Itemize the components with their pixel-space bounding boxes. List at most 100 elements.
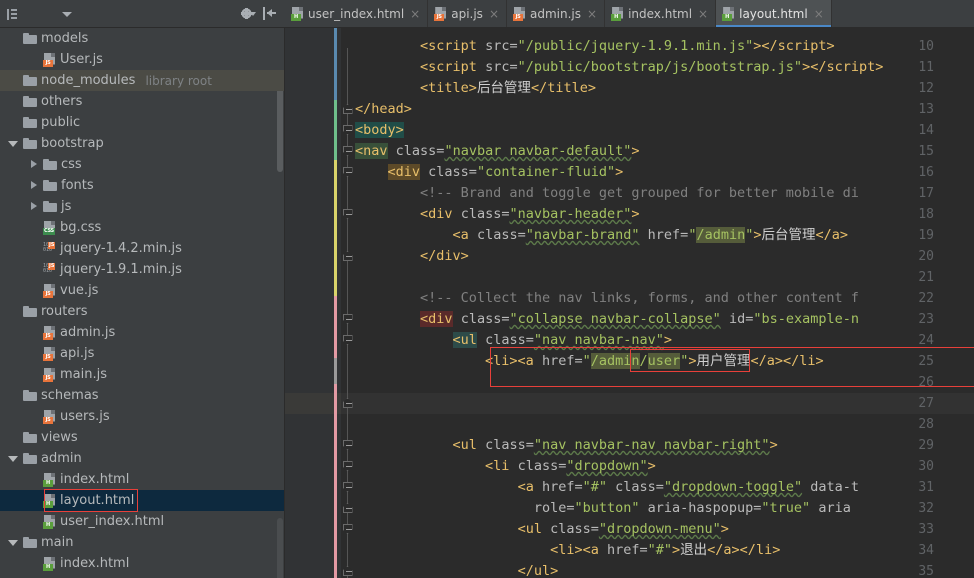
- fold-toggle-line-15[interactable]: [341, 141, 354, 162]
- tree-file-admin-js[interactable]: JS admin.js: [0, 322, 284, 343]
- fold-toggle-line-35[interactable]: [341, 561, 354, 578]
- tree-file-index-html[interactable]: Hindex.html: [0, 553, 284, 574]
- editor-tab-user_index-html[interactable]: Huser_index.html ×: [285, 0, 429, 27]
- code-line[interactable]: </head>: [355, 99, 974, 120]
- collapse-all-icon[interactable]: [263, 7, 277, 20]
- tree-folder-schemas[interactable]: schemas: [0, 385, 284, 406]
- code-line[interactable]: </div>: [355, 246, 974, 267]
- code-line[interactable]: <script src="/public/bootstrap/js/bootst…: [355, 57, 974, 78]
- twisty-down-icon[interactable]: [8, 453, 19, 464]
- twisty-right-icon[interactable]: [28, 159, 39, 170]
- tree-file-jquery-1-4-2-min-js[interactable]: 10 010 JS jquery-1.4.2.min.js: [0, 238, 284, 259]
- vcs-change-marker[interactable]: [334, 358, 337, 384]
- tree-file-main-js[interactable]: JS main.js: [0, 364, 284, 385]
- fold-toggle-line-32[interactable]: [341, 498, 354, 519]
- code-line[interactable]: <ul class="dropdown-menu">: [355, 519, 974, 540]
- tree-file-users-js[interactable]: JS users.js: [0, 406, 284, 427]
- tree-file-index-html[interactable]: Hindex.html: [0, 574, 284, 578]
- tree-file-layout-html[interactable]: Hlayout.html: [0, 490, 284, 511]
- tree-file-jquery-1-9-1-min-js[interactable]: 10 010 JS jquery-1.9.1.min.js: [0, 259, 284, 280]
- code-line[interactable]: <li><a href="/admin/user">用户管理</a></li>: [355, 351, 974, 372]
- tree-file-index-html[interactable]: Hindex.html: [0, 469, 284, 490]
- fold-toggle-line-33[interactable]: [341, 519, 354, 540]
- fold-toggle-line-31[interactable]: [341, 477, 354, 498]
- close-icon[interactable]: ×: [698, 7, 708, 21]
- editor-tab-layout-html[interactable]: Hlayout.html ×: [716, 0, 832, 27]
- vcs-change-marker[interactable]: [334, 296, 337, 358]
- vcs-change-marker[interactable]: [334, 160, 337, 298]
- code-line[interactable]: <div class="container-fluid">: [355, 162, 974, 183]
- fold-toggle-line-20[interactable]: [341, 246, 354, 267]
- code-line[interactable]: <!-- Collect the nav links, forms, and o…: [355, 288, 974, 309]
- tree-folder-routers[interactable]: routers: [0, 301, 284, 322]
- vcs-change-marker[interactable]: [334, 384, 337, 578]
- vcs-change-marker[interactable]: [334, 100, 337, 142]
- code-line[interactable]: </ul>: [355, 561, 974, 578]
- twisty-down-icon[interactable]: [8, 537, 19, 548]
- fold-toggle-line-14[interactable]: [341, 120, 354, 141]
- code-line[interactable]: <nav class="navbar navbar-default">: [355, 141, 974, 162]
- tree-folder-views[interactable]: views: [0, 427, 284, 448]
- code-editor[interactable]: <script src="/public/jquery-1.9.1.min.js…: [285, 28, 974, 578]
- close-icon[interactable]: ×: [410, 7, 420, 21]
- tree-file-vue-js[interactable]: JS vue.js: [0, 280, 284, 301]
- code-line[interactable]: [355, 267, 974, 288]
- code-line[interactable]: <a href="#" class="dropdown-toggle" data…: [355, 477, 974, 498]
- tree-file-api-js[interactable]: JS api.js: [0, 343, 284, 364]
- code-line[interactable]: <script src="/public/jquery-1.9.1.min.js…: [355, 36, 974, 57]
- folder-icon: [43, 201, 57, 212]
- fold-toggle-line-13[interactable]: [341, 99, 354, 120]
- editor-tab-admin-js[interactable]: JS admin.js ×: [507, 0, 606, 27]
- vcs-change-marker[interactable]: [334, 28, 337, 100]
- close-icon[interactable]: ×: [814, 7, 824, 21]
- code-line[interactable]: <ul class="nav navbar-nav navbar-right">: [355, 435, 974, 456]
- tree-folder-fonts[interactable]: fonts: [0, 175, 284, 196]
- tree-file-User-js[interactable]: JS User.js: [0, 49, 284, 70]
- fold-toggle-line-29[interactable]: [341, 435, 354, 456]
- code-line[interactable]: <div class="collapse navbar-collapse" id…: [355, 309, 974, 330]
- code-line[interactable]: <body>: [355, 120, 974, 141]
- code-line[interactable]: <li><a href="#">退出</a></li>: [355, 540, 974, 561]
- tree-folder-bootstrap[interactable]: bootstrap: [0, 133, 284, 154]
- tree-folder-others[interactable]: others: [0, 91, 284, 112]
- tree-folder-admin[interactable]: admin: [0, 448, 284, 469]
- code-content[interactable]: <script src="/public/jquery-1.9.1.min.js…: [349, 28, 974, 578]
- fold-toggle-line-23[interactable]: [341, 309, 354, 330]
- fold-toggle-line-30[interactable]: [341, 456, 354, 477]
- code-line[interactable]: role="button" aria-haspopup="true" aria: [355, 498, 974, 519]
- project-structure-icon[interactable]: [3, 5, 21, 23]
- code-line[interactable]: <ul class="nav navbar-nav">: [355, 330, 974, 351]
- code-line[interactable]: <li class="dropdown">: [355, 456, 974, 477]
- tree-folder-js[interactable]: js: [0, 196, 284, 217]
- fold-toggle-line-16[interactable]: [341, 162, 354, 183]
- fold-toggle-line-24[interactable]: [341, 330, 354, 351]
- code-line[interactable]: <a class="navbar-brand" href="/admin">后台…: [355, 225, 974, 246]
- code-line[interactable]: [355, 414, 974, 435]
- tree-folder-public[interactable]: public: [0, 112, 284, 133]
- fold-toggle-line-27[interactable]: [341, 393, 354, 414]
- tree-folder-css[interactable]: css: [0, 154, 284, 175]
- code-line[interactable]: <div class="navbar-header">: [355, 204, 974, 225]
- tree-folder-models[interactable]: models: [0, 28, 284, 49]
- twisty-down-icon[interactable]: [8, 138, 19, 149]
- tree-file-bg-css[interactable]: CSS bg.css: [0, 217, 284, 238]
- project-tree[interactable]: models JS User.js node_modules library root o…: [0, 28, 285, 578]
- vcs-change-marker[interactable]: [334, 142, 337, 160]
- tree-file-user_index-html[interactable]: Huser_index.html: [0, 511, 284, 532]
- code-line[interactable]: [355, 372, 974, 393]
- tree-folder-node_modules[interactable]: node_modules library root: [0, 70, 284, 91]
- tree-item-label: vue.js: [60, 283, 99, 298]
- tree-folder-main[interactable]: main: [0, 532, 284, 553]
- editor-tab-api-js[interactable]: JS api.js ×: [428, 0, 507, 27]
- editor-tab-index-html[interactable]: Hindex.html ×: [605, 0, 717, 27]
- close-icon[interactable]: ×: [587, 7, 597, 21]
- fold-toggle-line-18[interactable]: [341, 204, 354, 225]
- html-file-icon: H: [611, 6, 624, 21]
- code-line[interactable]: <title>后台管理</title>: [355, 78, 974, 99]
- gear-button[interactable]: [240, 7, 256, 20]
- twisty-right-icon[interactable]: [28, 180, 39, 191]
- code-line[interactable]: <!-- Brand and toggle get grouped for be…: [355, 183, 974, 204]
- twisty-right-icon[interactable]: [28, 201, 39, 212]
- close-icon[interactable]: ×: [489, 7, 499, 21]
- chevron-down-icon[interactable]: [62, 12, 72, 17]
